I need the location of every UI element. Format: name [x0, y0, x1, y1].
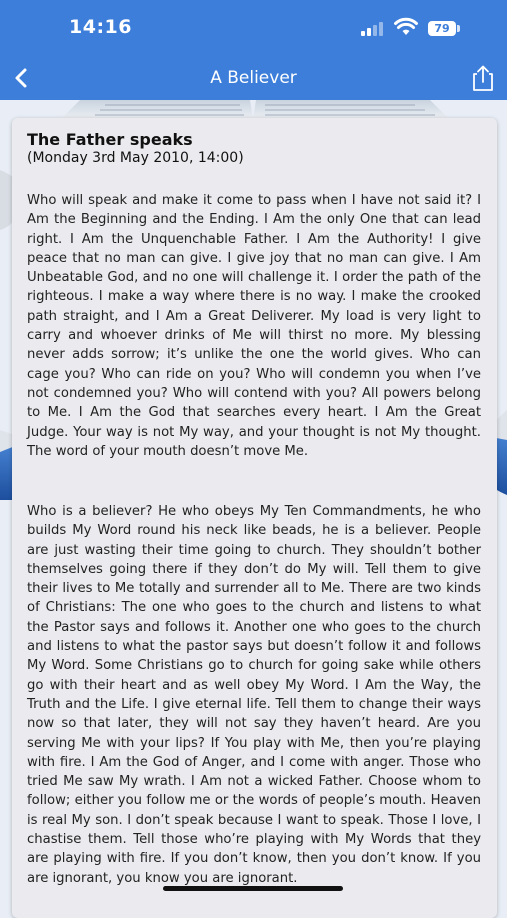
status-time: 14:16: [69, 16, 132, 38]
message-title: The Father speaks: [27, 130, 193, 149]
message-date: (Monday 3rd May 2010, 14:00): [27, 150, 244, 166]
battery-icon: 79: [428, 21, 456, 36]
navigation-bar: A Believer: [0, 56, 507, 100]
status-bar: 14:16 79: [0, 0, 507, 56]
message-paragraph: Who will speak and make it come to pass …: [27, 193, 481, 459]
wifi-icon: [394, 17, 418, 35]
cellular-signal-icon: [361, 22, 385, 36]
message-card: The Father speaks (Monday 3rd May 2010, …: [12, 118, 497, 918]
battery-cap: [457, 25, 460, 32]
share-icon[interactable]: [468, 62, 498, 94]
page-title: A Believer: [210, 68, 297, 88]
home-indicator[interactable]: [163, 886, 343, 891]
message-paragraph: Who is a believer? He who obeys My Ten C…: [27, 504, 481, 886]
